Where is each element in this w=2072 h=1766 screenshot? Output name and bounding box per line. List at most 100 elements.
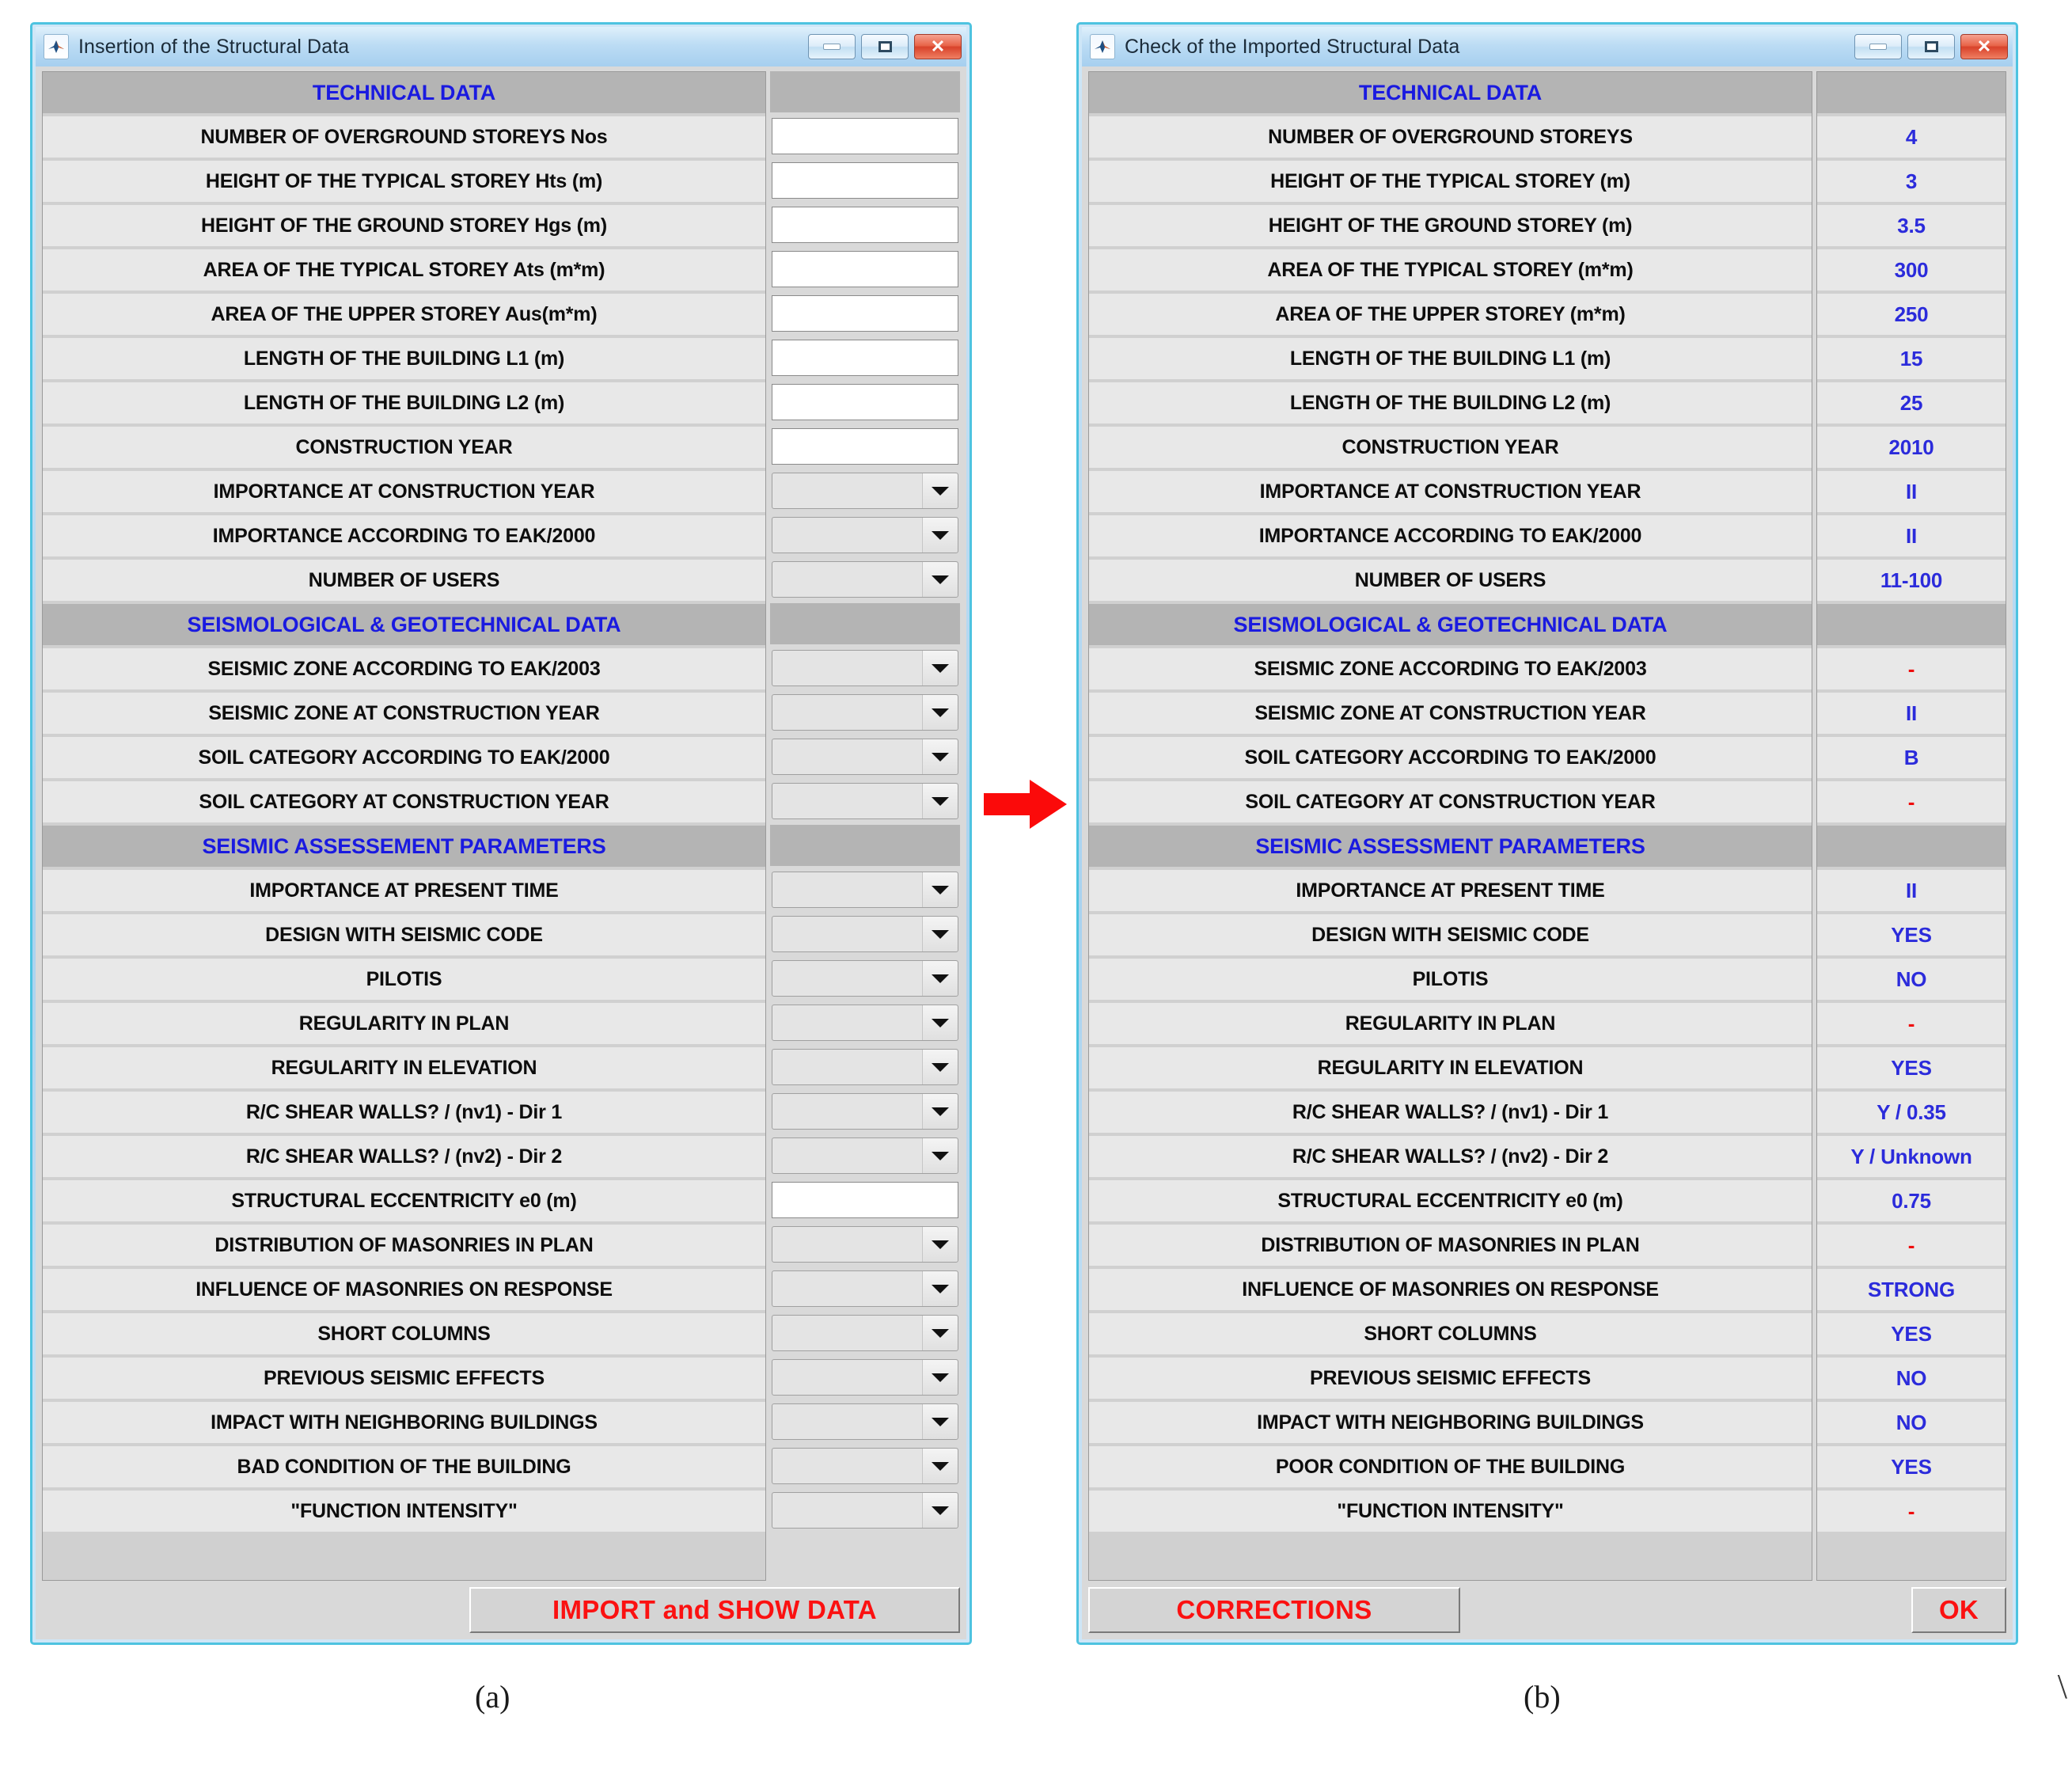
close-button[interactable]: ✕ bbox=[1960, 34, 2008, 59]
field-control-cell bbox=[770, 204, 960, 245]
dropdown-select[interactable] bbox=[772, 1403, 958, 1440]
dropdown-select[interactable] bbox=[772, 561, 958, 598]
text-input[interactable] bbox=[772, 340, 958, 376]
chevron-down-glyph bbox=[932, 1018, 949, 1027]
field-value: 25 bbox=[1817, 382, 2006, 423]
section-header: TECHNICAL DATA bbox=[43, 72, 765, 113]
field-control-cell bbox=[770, 382, 960, 423]
dropdown-select[interactable] bbox=[772, 1492, 958, 1529]
dropdown-select[interactable] bbox=[772, 1137, 958, 1174]
dropdown-select[interactable] bbox=[772, 1005, 958, 1041]
field-label: CONSTRUCTION YEAR bbox=[1089, 427, 1812, 468]
chevron-down-glyph bbox=[932, 1373, 949, 1382]
dropdown-select[interactable] bbox=[772, 1448, 958, 1484]
corrections-button[interactable]: CORRECTIONS bbox=[1088, 1587, 1460, 1633]
right-window-titlebar[interactable]: Check of the Imported Structural Data ✕ bbox=[1082, 27, 2013, 66]
dropdown-select[interactable] bbox=[772, 473, 958, 509]
chevron-down-glyph bbox=[932, 885, 949, 894]
matlab-app-icon bbox=[1090, 34, 1115, 59]
field-control-cell bbox=[770, 1401, 960, 1442]
field-label: IMPORTANCE ACCORDING TO EAK/2000 bbox=[1089, 515, 1812, 556]
maximize-button[interactable] bbox=[861, 34, 909, 59]
field-value: NO bbox=[1817, 1402, 2006, 1443]
dropdown-select[interactable] bbox=[772, 739, 958, 775]
text-input[interactable] bbox=[772, 428, 958, 465]
chevron-down-icon bbox=[922, 695, 958, 730]
field-value: - bbox=[1817, 781, 2006, 822]
close-button[interactable]: ✕ bbox=[914, 34, 962, 59]
field-value: STRONG bbox=[1817, 1269, 2006, 1310]
text-input[interactable] bbox=[772, 384, 958, 420]
field-control-cell bbox=[770, 958, 960, 999]
dropdown-select[interactable] bbox=[772, 783, 958, 819]
section-spacer bbox=[1817, 72, 2006, 113]
text-input[interactable] bbox=[772, 251, 958, 287]
minimize-button[interactable] bbox=[1854, 34, 1902, 59]
import-and-show-data-button[interactable]: IMPORT and SHOW DATA bbox=[469, 1587, 960, 1633]
section-header: SEISMIC ASSESSEMENT PARAMETERS bbox=[43, 826, 765, 867]
minimize-button[interactable] bbox=[808, 34, 856, 59]
field-label: SOIL CATEGORY ACCORDING TO EAK/2000 bbox=[1089, 737, 1812, 778]
section-spacer bbox=[770, 825, 960, 866]
right-footer: CORRECTIONS OK bbox=[1088, 1581, 2006, 1633]
chevron-down-icon bbox=[922, 1404, 958, 1439]
left-window-titlebar[interactable]: Insertion of the Structural Data ✕ bbox=[36, 27, 966, 66]
dropdown-select[interactable] bbox=[772, 1270, 958, 1307]
field-label: NUMBER OF USERS bbox=[43, 560, 765, 601]
field-value: 300 bbox=[1817, 249, 2006, 291]
field-value: 15 bbox=[1817, 338, 2006, 379]
field-label: SEISMIC ZONE ACCORDING TO EAK/2003 bbox=[43, 648, 765, 689]
text-input[interactable] bbox=[772, 162, 958, 199]
field-control-cell bbox=[770, 780, 960, 822]
ok-button[interactable]: OK bbox=[1911, 1587, 2006, 1633]
field-control-cell bbox=[770, 559, 960, 600]
chevron-down-glyph bbox=[932, 1461, 949, 1471]
matlab-app-icon bbox=[44, 34, 69, 59]
field-label: POOR CONDITION OF THE BUILDING bbox=[1089, 1446, 1812, 1487]
window-check-of-imported-structural-data: Check of the Imported Structural Data ✕ … bbox=[1076, 22, 2018, 1645]
field-label: DISTRIBUTION OF MASONRIES IN PLAN bbox=[1089, 1225, 1812, 1266]
text-input[interactable] bbox=[772, 118, 958, 154]
dropdown-select[interactable] bbox=[772, 916, 958, 952]
chevron-down-icon bbox=[922, 651, 958, 686]
dropdown-select[interactable] bbox=[772, 1049, 958, 1085]
field-label: PREVIOUS SEISMIC EFFECTS bbox=[1089, 1358, 1812, 1399]
field-label: NUMBER OF USERS bbox=[1089, 560, 1812, 601]
field-label: SOIL CATEGORY AT CONSTRUCTION YEAR bbox=[43, 781, 765, 822]
field-value: B bbox=[1817, 737, 2006, 778]
field-label: AREA OF THE TYPICAL STOREY (m*m) bbox=[1089, 249, 1812, 291]
dropdown-select[interactable] bbox=[772, 694, 958, 731]
chevron-down-icon bbox=[922, 1449, 958, 1483]
field-control-cell bbox=[770, 1312, 960, 1354]
field-label: SHORT COLUMNS bbox=[1089, 1313, 1812, 1354]
dropdown-select[interactable] bbox=[772, 1226, 958, 1263]
section-header: TECHNICAL DATA bbox=[1089, 72, 1812, 113]
right-window-title: Check of the Imported Structural Data bbox=[1125, 35, 1460, 58]
field-value: II bbox=[1817, 515, 2006, 556]
maximize-button[interactable] bbox=[1907, 34, 1955, 59]
field-value: 3.5 bbox=[1817, 205, 2006, 246]
dropdown-select[interactable] bbox=[772, 517, 958, 553]
chevron-down-icon bbox=[922, 473, 958, 508]
dropdown-select[interactable] bbox=[772, 1093, 958, 1130]
dropdown-select[interactable] bbox=[772, 1359, 958, 1396]
text-input[interactable] bbox=[772, 295, 958, 332]
field-control-cell bbox=[770, 1135, 960, 1176]
field-label: AREA OF THE UPPER STOREY (m*m) bbox=[1089, 294, 1812, 335]
right-label-column: TECHNICAL DATA NUMBER OF OVERGROUND STORE… bbox=[1088, 71, 1812, 1581]
dropdown-select[interactable] bbox=[772, 960, 958, 997]
field-label: IMPORTANCE ACCORDING TO EAK/2000 bbox=[43, 515, 765, 556]
dropdown-select[interactable] bbox=[772, 872, 958, 908]
field-control-cell bbox=[770, 736, 960, 777]
field-label: HEIGHT OF THE GROUND STOREY (m) bbox=[1089, 205, 1812, 246]
field-label: NUMBER OF OVERGROUND STOREYS Nos bbox=[43, 116, 765, 158]
field-label: NUMBER OF OVERGROUND STOREYS bbox=[1089, 116, 1812, 158]
field-label: AREA OF THE UPPER STOREY Aus(m*m) bbox=[43, 294, 765, 335]
field-control-cell bbox=[770, 1179, 960, 1221]
text-input[interactable] bbox=[772, 207, 958, 243]
chevron-down-glyph bbox=[932, 929, 949, 939]
dropdown-select[interactable] bbox=[772, 1315, 958, 1351]
dropdown-select[interactable] bbox=[772, 650, 958, 686]
text-input[interactable] bbox=[772, 1182, 958, 1218]
field-label: SOIL CATEGORY AT CONSTRUCTION YEAR bbox=[1089, 781, 1812, 822]
